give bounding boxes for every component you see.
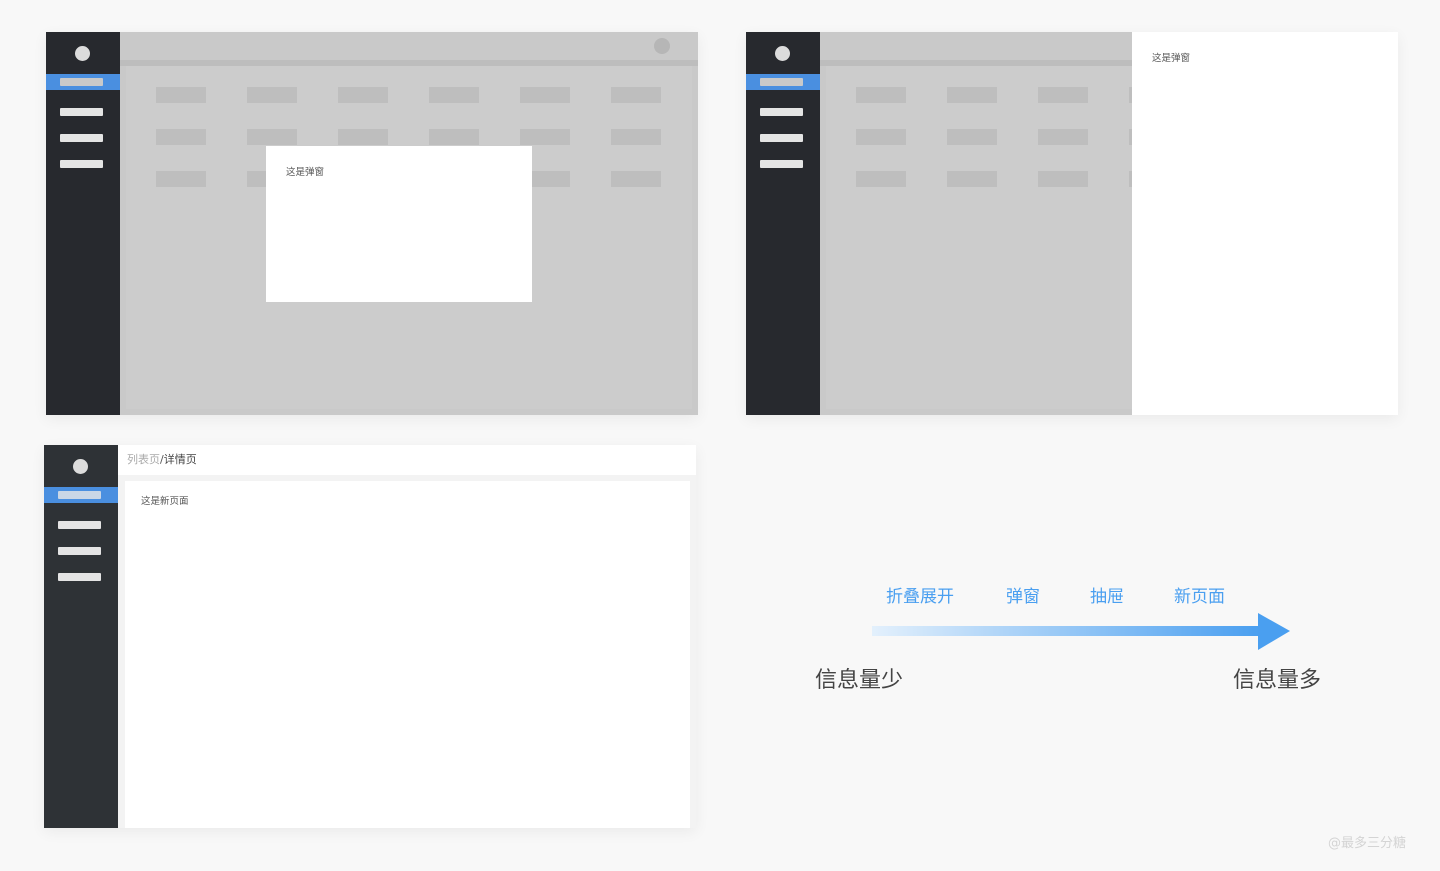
drawer[interactable]: 这是弹窗 — [1132, 32, 1398, 415]
scale-option: 折叠展开 — [886, 587, 954, 607]
user-avatar-icon — [654, 38, 670, 54]
breadcrumb: 列表页/详情页 — [118, 445, 696, 475]
page-content-text: 这是新页面 — [141, 496, 189, 507]
drawer-example-panel: 这是弹窗 — [746, 32, 1398, 415]
modal-example-panel: 这是弹窗 — [46, 32, 698, 415]
modal-text: 这是弹窗 — [286, 167, 325, 178]
sidebar — [46, 32, 120, 415]
sidebar-item[interactable] — [760, 160, 803, 168]
sidebar-item[interactable] — [760, 134, 803, 142]
scale-left-label: 信息量少 — [815, 668, 904, 693]
new-page-example-panel: 列表页/详情页 这是新页面 — [44, 445, 696, 828]
avatar — [73, 459, 88, 474]
avatar — [75, 46, 90, 61]
sidebar-item-active[interactable] — [746, 74, 820, 90]
sidebar — [746, 32, 820, 415]
modal-dialog[interactable]: 这是弹窗 — [266, 146, 532, 302]
sidebar-item[interactable] — [58, 521, 101, 529]
scale-option: 抽屉 — [1090, 587, 1124, 607]
scale-right-label: 信息量多 — [1233, 668, 1322, 693]
sidebar-item[interactable] — [60, 134, 103, 142]
scale-option: 新页面 — [1174, 587, 1225, 607]
sidebar-item-active[interactable] — [46, 74, 120, 90]
sidebar-item-active[interactable] — [44, 487, 118, 503]
breadcrumb-current: 详情页 — [163, 453, 197, 466]
scale-option: 弹窗 — [1006, 587, 1040, 607]
sidebar-item[interactable] — [60, 160, 103, 168]
sidebar-item[interactable] — [760, 108, 803, 116]
avatar — [775, 46, 790, 61]
sidebar — [44, 445, 118, 828]
page-content: 这是新页面 — [125, 481, 690, 828]
sidebar-item[interactable] — [58, 573, 101, 581]
sidebar-item[interactable] — [60, 108, 103, 116]
watermark: @最多三分糖 — [1327, 836, 1406, 851]
sidebar-item[interactable] — [58, 547, 101, 555]
drawer-text: 这是弹窗 — [1152, 53, 1191, 64]
arrow-right-icon — [872, 613, 1290, 650]
breadcrumb-parent[interactable]: 列表页 — [127, 453, 160, 466]
